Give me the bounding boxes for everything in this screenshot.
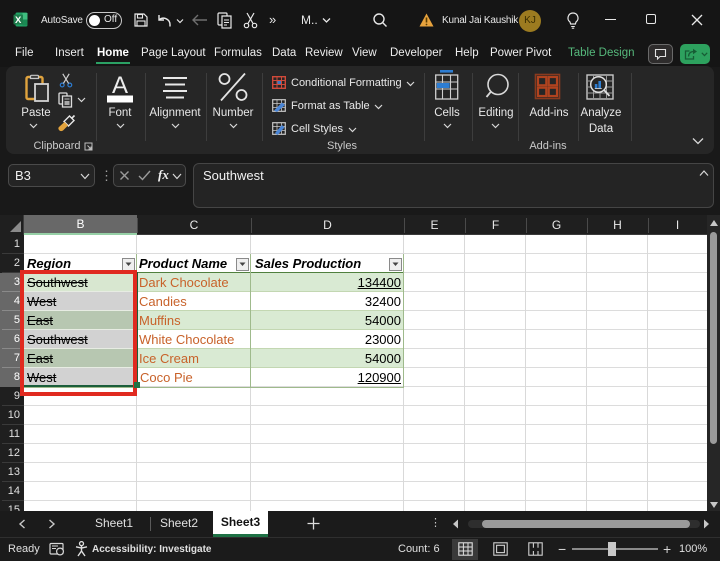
svg-text:X: X: [15, 15, 22, 26]
svg-text:A: A: [112, 72, 128, 99]
